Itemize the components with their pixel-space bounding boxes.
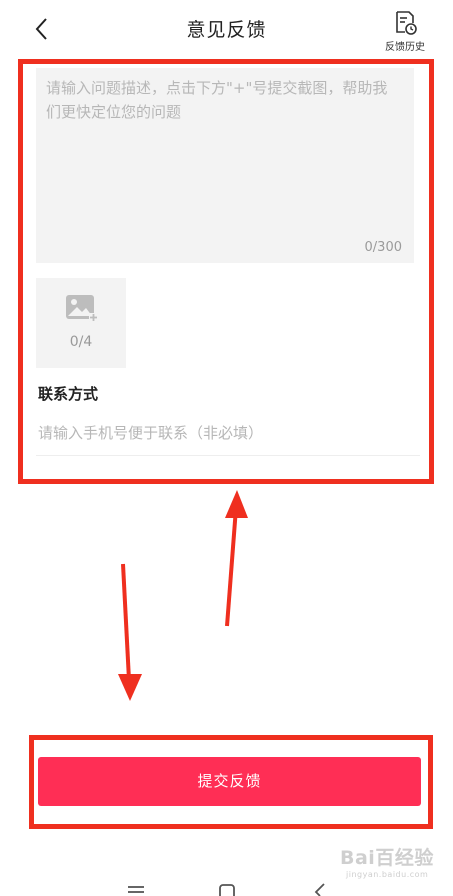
feedback-history-label: 反馈历史 (385, 42, 425, 53)
highlight-box-submit (29, 735, 433, 829)
annotation-arrows (118, 490, 248, 701)
home-icon (219, 884, 235, 896)
feedback-history-button[interactable]: 反馈历史 (376, 8, 434, 53)
arrow-up-icon (225, 490, 248, 627)
baidu-watermark: Bai百经验 jingyan.baidu.com (340, 843, 450, 893)
watermark-url: jingyan.baidu.com (346, 870, 429, 879)
back-nav-icon (314, 883, 325, 896)
arrow-down-icon (118, 563, 142, 701)
document-clock-icon (396, 11, 417, 35)
watermark-brand: Bai百经验 (340, 847, 434, 869)
menu-icon (128, 886, 144, 893)
highlight-box-form (18, 59, 434, 484)
